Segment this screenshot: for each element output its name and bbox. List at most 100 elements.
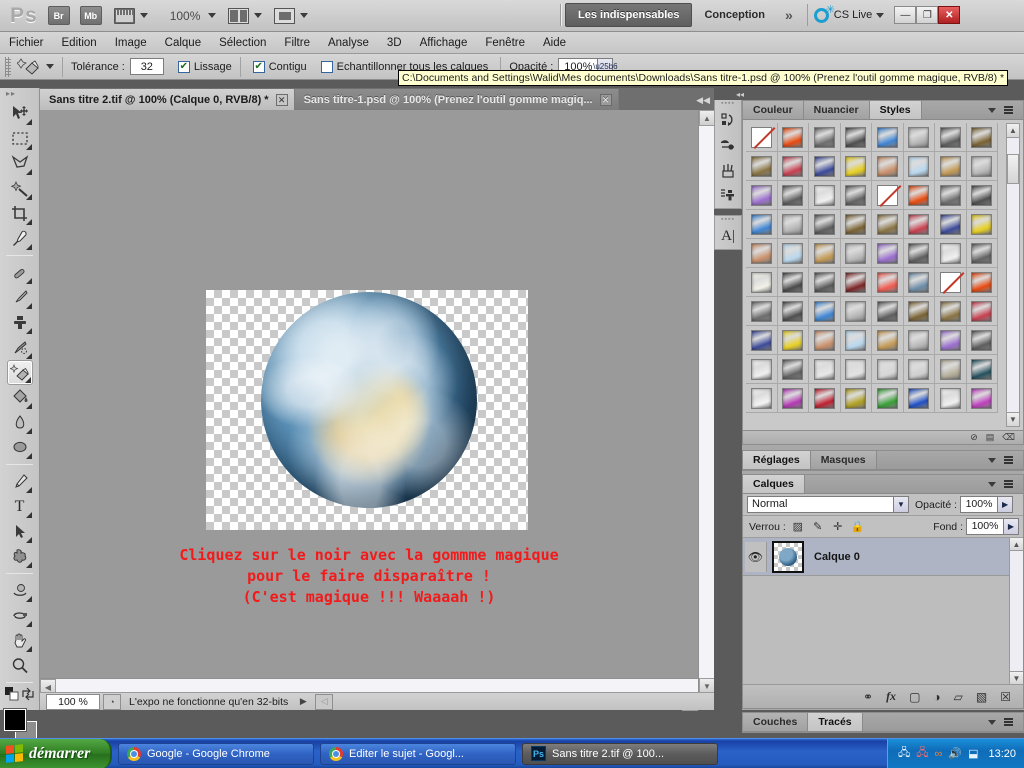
delete-layer-button[interactable]: ☒ — [1000, 690, 1011, 704]
style-swatch-cell[interactable] — [872, 123, 904, 152]
menu-item-fenetre[interactable]: Fenêtre — [476, 35, 534, 51]
layers-panel-menu-button[interactable] — [983, 475, 1023, 493]
contigu-checkbox[interactable]: ✔ Contigu — [252, 60, 307, 73]
tab-styles[interactable]: Styles — [869, 101, 922, 119]
status-extra-button[interactable]: ◁ — [315, 693, 334, 710]
tool-move[interactable] — [7, 101, 33, 126]
history-panel-icon[interactable] — [715, 108, 741, 133]
layer-mask-button[interactable]: ▢ — [909, 690, 920, 704]
tool-magic-wand[interactable] — [7, 176, 33, 201]
workspace-essentials-tab[interactable]: Les indispensables — [565, 3, 693, 27]
dock-grip[interactable]: ▪▪▪▪ — [715, 100, 741, 108]
tool-clone-stamp[interactable] — [7, 310, 33, 335]
tool-3d-rotate[interactable] — [7, 578, 33, 603]
opacity-slider-button[interactable]: ▶ — [998, 496, 1014, 513]
style-swatch-cell[interactable] — [903, 268, 935, 297]
style-swatch-cell[interactable] — [840, 123, 872, 152]
close-button[interactable]: ✕ — [938, 6, 961, 24]
dock-collapse-button[interactable]: ◂◂ — [736, 90, 746, 100]
taskbar-item-chrome-editer[interactable]: Editer le sujet - Googl... — [320, 742, 516, 765]
style-swatch-cell[interactable] — [966, 123, 998, 152]
style-swatch-cell[interactable] — [935, 384, 967, 413]
styles-scrollbar[interactable]: ▲ ▼ — [1006, 123, 1020, 427]
bridge-button[interactable]: Br — [47, 6, 70, 25]
style-swatch-cell[interactable] — [840, 326, 872, 355]
style-swatch-cell[interactable] — [903, 181, 935, 210]
tool-eyedropper[interactable] — [7, 226, 33, 251]
tool-history-brush[interactable] — [7, 335, 33, 360]
style-swatch-cell[interactable] — [966, 210, 998, 239]
style-swatch-cell[interactable] — [746, 181, 778, 210]
tool-brush[interactable] — [7, 285, 33, 310]
menu-item-analyse[interactable]: Analyse — [319, 35, 378, 51]
style-swatch-cell[interactable] — [746, 326, 778, 355]
style-swatch-cell[interactable] — [872, 268, 904, 297]
style-swatch-cell[interactable] — [935, 123, 967, 152]
style-swatch-cell[interactable] — [777, 355, 809, 384]
view-extras-button[interactable] — [113, 7, 148, 24]
workspace-more-button[interactable]: » — [777, 7, 801, 23]
style-swatch-cell[interactable] — [935, 297, 967, 326]
style-swatch-cell[interactable] — [809, 181, 841, 210]
style-swatch-cell[interactable] — [903, 152, 935, 181]
style-swatch-cell[interactable] — [872, 384, 904, 413]
style-swatch-cell[interactable] — [935, 210, 967, 239]
menu-item-aide[interactable]: Aide — [534, 35, 575, 51]
style-swatch-cell[interactable] — [935, 326, 967, 355]
styles-scroll-thumb[interactable] — [1007, 154, 1019, 184]
network-error-icon[interactable]: 🖧 — [916, 744, 928, 763]
tabstrip-scroll-arrows[interactable]: ◀◀ — [696, 95, 714, 110]
style-swatch-cell[interactable] — [809, 297, 841, 326]
style-swatch-cell[interactable] — [746, 210, 778, 239]
style-swatch-cell[interactable] — [903, 239, 935, 268]
menu-item-filtre[interactable]: Filtre — [275, 35, 319, 51]
tools-panel-collapse-button[interactable]: ▸▸ — [6, 90, 33, 100]
styles-scroll-down-button[interactable]: ▼ — [1007, 412, 1019, 426]
tolerance-input[interactable]: 32 — [129, 58, 164, 75]
style-swatch-cell[interactable] — [903, 326, 935, 355]
foreground-color-swatch[interactable] — [3, 709, 26, 731]
tool-dodge[interactable] — [7, 435, 33, 460]
style-swatch-cell[interactable] — [935, 152, 967, 181]
clone-source-panel-icon[interactable] — [715, 183, 741, 208]
tool-crop[interactable] — [7, 201, 33, 226]
style-swatch-cell[interactable] — [903, 210, 935, 239]
style-swatch-cell[interactable] — [903, 297, 935, 326]
layer-visibility-toggle[interactable]: 👁 — [745, 541, 767, 572]
style-swatch-cell[interactable] — [777, 384, 809, 413]
zoom-level-input[interactable]: 100 % — [46, 693, 100, 710]
style-swatch-cell[interactable] — [746, 239, 778, 268]
menu-item-edition[interactable]: Edition — [53, 35, 106, 51]
menu-item-calque[interactable]: Calque — [156, 35, 210, 51]
magic-eraser-tool-preview-icon[interactable] — [15, 56, 41, 78]
style-swatch-cell[interactable] — [872, 181, 904, 210]
style-swatch-cell[interactable] — [746, 297, 778, 326]
new-layer-button[interactable]: ▧ — [976, 690, 987, 704]
style-swatch-cell[interactable] — [966, 297, 998, 326]
tab-nuancier[interactable]: Nuancier — [803, 101, 870, 119]
cs-live-button[interactable]: CS Live — [813, 3, 885, 23]
close-icon[interactable]: ✕ — [599, 93, 612, 106]
layers-scrollbar[interactable]: ▲ ▼ — [1009, 538, 1023, 684]
style-swatch-cell[interactable] — [840, 239, 872, 268]
style-swatch-cell[interactable] — [840, 297, 872, 326]
style-swatch-cell[interactable] — [872, 210, 904, 239]
brushes-panel-icon[interactable] — [715, 158, 741, 183]
dock-grip[interactable]: ▪▪▪▪ — [715, 216, 741, 224]
clear-style-button[interactable]: ⊘ — [970, 432, 978, 443]
document-tab-sans-titre-2[interactable]: Sans titre 2.tif @ 100% (Calque 0, RVB/8… — [40, 89, 295, 110]
close-icon[interactable]: ✕ — [275, 93, 288, 106]
style-swatch-cell[interactable] — [840, 384, 872, 413]
style-swatch-cell[interactable] — [966, 268, 998, 297]
status-popup-arrow[interactable]: ▶ — [294, 694, 312, 710]
tool-hand[interactable] — [7, 628, 33, 653]
tab-reglages[interactable]: Réglages — [743, 451, 811, 469]
style-swatch-cell[interactable] — [809, 152, 841, 181]
lock-position-icon[interactable]: ✛ — [830, 519, 846, 535]
style-swatch-cell[interactable] — [777, 152, 809, 181]
tool-type[interactable]: T — [7, 494, 33, 519]
channels-paths-panel-menu-button[interactable] — [983, 713, 1023, 731]
style-swatch-cell[interactable] — [809, 268, 841, 297]
style-swatch-cell[interactable] — [809, 384, 841, 413]
layers-scroll-down-button[interactable]: ▼ — [1010, 671, 1023, 684]
